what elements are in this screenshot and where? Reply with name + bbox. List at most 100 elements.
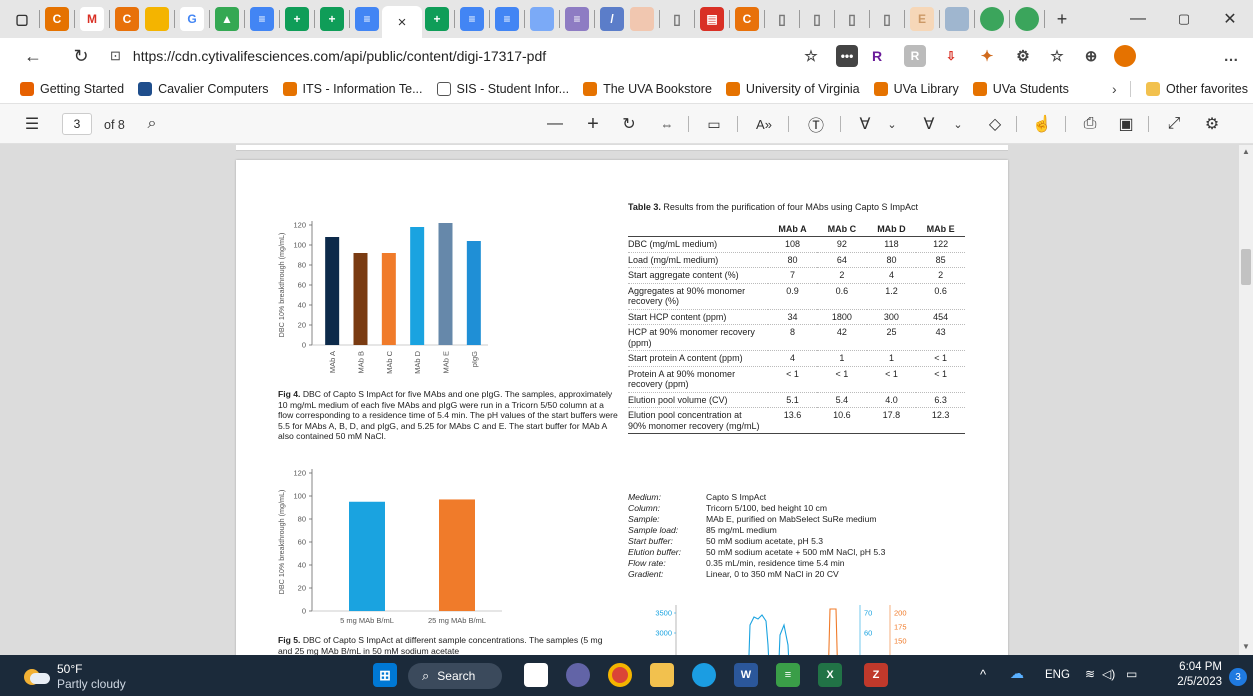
- zoom-out-icon[interactable]: —: [543, 104, 567, 144]
- read-aloud-icon[interactable]: A»: [752, 104, 776, 144]
- scroll-up-icon[interactable]: ▲: [1242, 147, 1250, 156]
- favorites-icon[interactable]: ☆: [1046, 45, 1068, 67]
- word-icon[interactable]: W: [734, 663, 758, 687]
- favorite-item[interactable]: Getting Started: [20, 81, 124, 96]
- tray-cloud-icon[interactable]: ☁: [1010, 665, 1024, 682]
- tab-gmail-icon[interactable]: M: [80, 7, 104, 31]
- collections-icon[interactable]: ⊕: [1080, 45, 1102, 67]
- tab-e-icon[interactable]: E: [910, 7, 934, 31]
- tab-slides-icon[interactable]: [145, 7, 169, 31]
- settings-gear-icon[interactable]: ⚙: [1200, 104, 1224, 144]
- notification-badge[interactable]: 3: [1229, 668, 1247, 686]
- task-view-icon[interactable]: [524, 663, 548, 687]
- fullscreen-icon[interactable]: ⤢: [1162, 104, 1186, 144]
- wifi-icon[interactable]: ≋: [1085, 667, 1095, 681]
- favorite-item[interactable]: University of Virginia: [725, 81, 860, 96]
- extension-r-icon[interactable]: R: [866, 45, 888, 67]
- draw-icon[interactable]: ∀: [853, 104, 877, 144]
- tab-page-icon[interactable]: ▯: [805, 7, 829, 31]
- contents-icon[interactable]: ☰: [20, 104, 44, 144]
- edge-icon[interactable]: [692, 663, 716, 687]
- clock-time[interactable]: 6:04 PM: [1162, 661, 1222, 673]
- taskbar-search[interactable]: ⌕ Search: [408, 663, 502, 689]
- tab-page-icon[interactable]: ▯: [875, 7, 899, 31]
- new-tab-button[interactable]: +: [1050, 7, 1074, 31]
- teams-icon[interactable]: [566, 663, 590, 687]
- tab-actions-icon[interactable]: ▢: [10, 7, 34, 31]
- tab-drive-icon[interactable]: ▲: [215, 7, 239, 31]
- fit-width-icon[interactable]: ⇔: [655, 104, 679, 144]
- tab-page-icon[interactable]: ▯: [770, 7, 794, 31]
- tab-forms-icon[interactable]: ≡: [565, 7, 589, 31]
- extensions-icon[interactable]: ⚙: [1012, 45, 1034, 67]
- tab-docs-icon[interactable]: ≡: [250, 7, 274, 31]
- tab-site-icon[interactable]: [530, 7, 554, 31]
- tab-image-icon[interactable]: [945, 7, 969, 31]
- favorite-item[interactable]: UVa Library: [873, 81, 959, 96]
- favorite-star-icon[interactable]: ☆: [800, 45, 822, 67]
- tab-sheets-icon[interactable]: +: [285, 7, 309, 31]
- favorite-item[interactable]: The UVA Bookstore: [583, 81, 712, 96]
- address-bar[interactable]: ⊡ https://cdn.cytivalifesciences.com/api…: [110, 41, 800, 71]
- tab-sheets-icon[interactable]: +: [425, 7, 449, 31]
- highlight-chevron-down-icon[interactable]: ⌄: [950, 104, 966, 144]
- start-icon[interactable]: ⊞: [373, 663, 397, 687]
- tab-docs-icon[interactable]: ≡: [460, 7, 484, 31]
- more-menu-icon[interactable]: …: [1220, 45, 1242, 67]
- file-explorer-icon[interactable]: [650, 663, 674, 687]
- tab-page-icon[interactable]: ▯: [840, 7, 864, 31]
- refresh-icon[interactable]: ↻: [64, 41, 98, 71]
- page-number-input[interactable]: 3: [62, 113, 92, 135]
- chrome-icon[interactable]: [608, 663, 632, 687]
- tab-docs-icon[interactable]: ≡: [495, 7, 519, 31]
- weather-icon[interactable]: [22, 665, 50, 685]
- extension-fox-icon[interactable]: ✦: [976, 45, 998, 67]
- chevron-right-icon[interactable]: ›: [1112, 81, 1117, 97]
- volume-icon[interactable]: ◁): [1102, 667, 1115, 681]
- scroll-down-icon[interactable]: ▼: [1242, 642, 1250, 651]
- restore-icon[interactable]: ▢: [1161, 0, 1207, 38]
- tab-active-close-icon[interactable]: ×: [382, 6, 422, 38]
- search-icon[interactable]: ⌕: [140, 104, 164, 144]
- excel-icon[interactable]: X: [818, 663, 842, 687]
- rotate-icon[interactable]: ↻: [617, 104, 641, 144]
- tab-uva-icon[interactable]: [630, 7, 654, 31]
- other-favorites[interactable]: Other favorites: [1146, 81, 1248, 96]
- app-z-icon[interactable]: Z: [864, 663, 888, 687]
- save-icon[interactable]: ▣: [1114, 104, 1138, 144]
- text-box-icon[interactable]: Ⓣ: [804, 104, 828, 144]
- tab-doc-icon[interactable]: C: [115, 7, 139, 31]
- tab-page-icon[interactable]: ▯: [665, 7, 689, 31]
- battery-icon[interactable]: ▭: [1126, 667, 1137, 681]
- favorite-item[interactable]: ITS - Information Te...: [282, 81, 423, 96]
- clock-date[interactable]: 2/5/2023: [1162, 676, 1222, 688]
- tab-canvas-icon[interactable]: C: [45, 7, 69, 31]
- scrollbar[interactable]: ▲ ▼: [1239, 145, 1253, 655]
- tray-chevron-up-icon[interactable]: ^: [980, 667, 986, 682]
- notepad-icon[interactable]: ≡: [776, 663, 800, 687]
- pdf-viewer[interactable]: DBC 10% breakthrough (mg/mL) 0 20 40 60 80 100…: [0, 145, 1239, 655]
- tab-google-icon[interactable]: G: [180, 7, 204, 31]
- tab-docs-icon[interactable]: ≡: [355, 7, 379, 31]
- tab-pdf-icon[interactable]: ▤: [700, 7, 724, 31]
- tab-sheets-icon[interactable]: +: [320, 7, 344, 31]
- draw-chevron-down-icon[interactable]: ⌄: [884, 104, 900, 144]
- highlight-icon[interactable]: ∀: [917, 104, 941, 144]
- close-window-icon[interactable]: ✕: [1207, 0, 1253, 38]
- extension-dark-icon[interactable]: •••: [836, 45, 858, 67]
- touch-icon[interactable]: ☝: [1030, 104, 1054, 144]
- profile-avatar[interactable]: [1114, 45, 1136, 67]
- language-indicator[interactable]: ENG: [1045, 669, 1070, 681]
- favorite-item[interactable]: SIS - Student Infor...: [436, 81, 569, 96]
- back-icon[interactable]: ←: [16, 41, 50, 71]
- favorite-item[interactable]: Cavalier Computers: [138, 81, 269, 96]
- page-view-icon[interactable]: ▭: [702, 104, 726, 144]
- extension-r-gray-icon[interactable]: R: [904, 45, 926, 67]
- print-icon[interactable]: ⎙: [1078, 104, 1102, 144]
- extension-pdf-icon[interactable]: ⇩: [940, 45, 962, 67]
- scroll-thumb[interactable]: [1241, 249, 1251, 285]
- tab-pen-icon[interactable]: /: [600, 7, 624, 31]
- favorite-item[interactable]: UVa Students: [972, 81, 1069, 96]
- tab-green-icon[interactable]: [980, 7, 1004, 31]
- zoom-in-icon[interactable]: +: [581, 104, 605, 144]
